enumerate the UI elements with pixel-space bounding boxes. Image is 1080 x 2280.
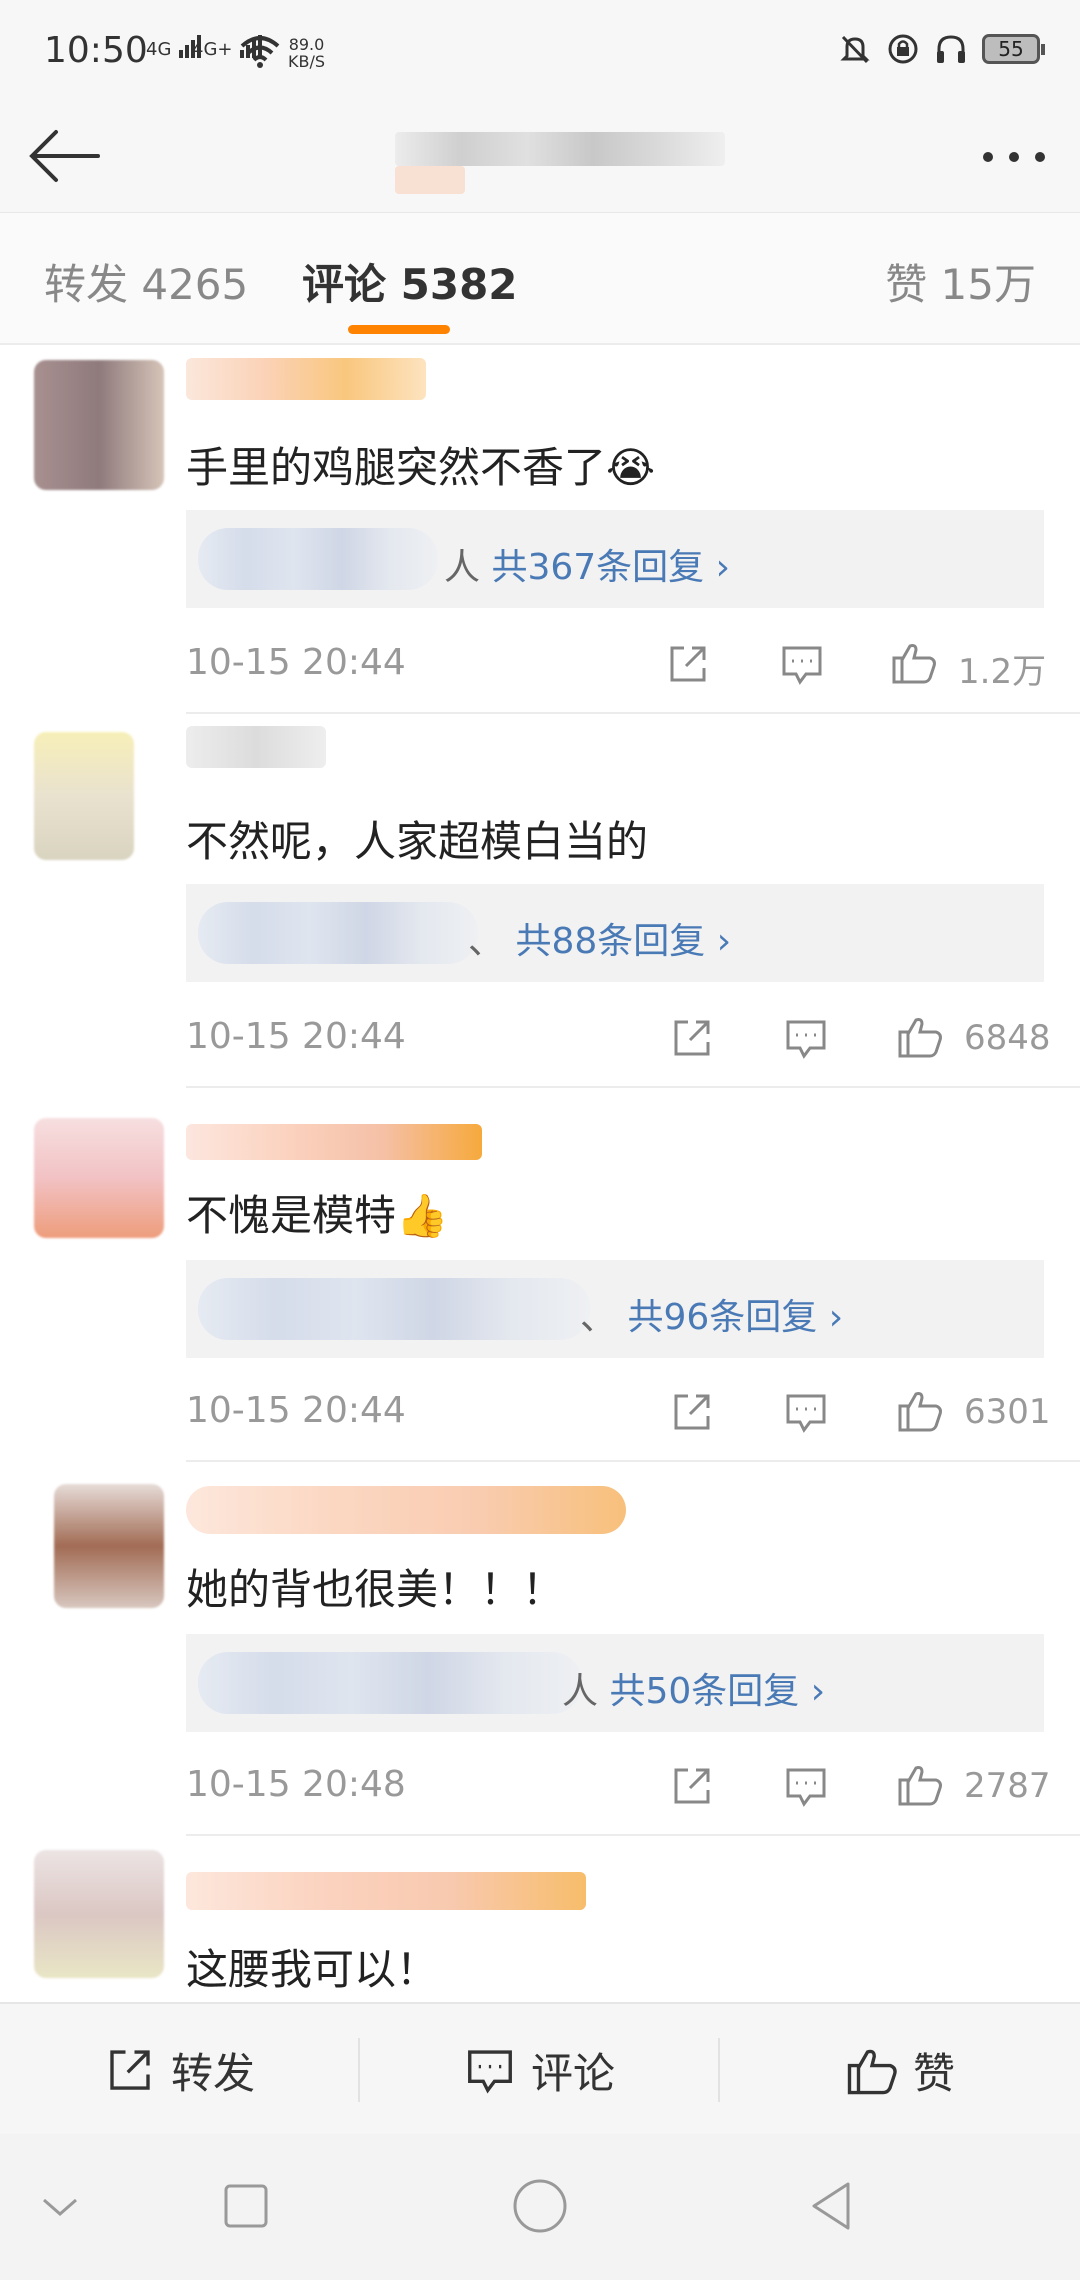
avatar[interactable] (54, 1484, 164, 1608)
home-circle-icon[interactable] (508, 2174, 572, 2238)
share-icon[interactable] (668, 1762, 716, 1810)
comment-text: 不愧是模特👍 (186, 1191, 449, 1240)
status-icons: 55 (838, 32, 1045, 66)
arrow-left-icon[interactable] (26, 116, 106, 196)
like-count: 6848 (964, 1018, 1051, 1058)
lock-rotation-icon (888, 34, 918, 64)
reply-preview[interactable]: 、 共96条回复 › (186, 1260, 1044, 1358)
username-blurred[interactable] (186, 1486, 626, 1534)
reply-preview[interactable]: 人 共367条回复 › (186, 510, 1044, 608)
username-blurred[interactable] (186, 726, 326, 768)
tab-bar: 转发 4265 评论 5382 赞 15万 (0, 212, 1080, 345)
recents-square-icon[interactable] (214, 2174, 278, 2238)
thumbs-up-icon (847, 2049, 897, 2095)
avatar[interactable] (34, 732, 134, 860)
back-triangle-icon[interactable] (800, 2174, 864, 2238)
share-icon[interactable] (668, 1014, 716, 1062)
thumbs-up-icon[interactable] (896, 1012, 944, 1060)
repost-label: 转发 (170, 2048, 255, 2098)
net-speed-value: 89.0 (288, 35, 325, 54)
share-icon[interactable] (664, 640, 712, 688)
reply-names-blurred (198, 1652, 582, 1714)
comment-text: 不然呢，人家超模白当的 (186, 817, 649, 866)
avatar[interactable] (34, 360, 164, 490)
username-blurred[interactable] (186, 1124, 482, 1160)
comment-icon[interactable] (782, 1762, 830, 1810)
tab-repost[interactable]: 转发 4265 (44, 251, 248, 312)
tab-likes[interactable]: 赞 15万 (885, 251, 1036, 312)
comment-icon[interactable] (778, 640, 826, 688)
bell-mute-icon (840, 35, 870, 64)
blurred-title-fragment (395, 166, 465, 194)
comment-time: 10-15 20:44 (186, 1390, 406, 1431)
top-header (0, 100, 1080, 212)
more-dots-icon[interactable] (974, 132, 1054, 182)
reply-separator: 人 (444, 547, 481, 588)
reply-count-link[interactable]: 共367条回复 › (491, 547, 730, 588)
system-nav-bar (0, 2134, 1080, 2280)
avatar[interactable] (34, 1118, 164, 1238)
tab-comments[interactable]: 评论 5382 (302, 251, 518, 312)
like-count: 1.2万 (958, 652, 1047, 692)
net-speed: 89.0 KB/S (288, 36, 325, 70)
wifi-icon (240, 36, 280, 68)
comment-divider (186, 1460, 1080, 1462)
avatar[interactable] (34, 1850, 164, 1978)
share-icon (110, 2050, 150, 2090)
comment-time: 10-15 20:48 (186, 1764, 406, 1805)
comment-divider (186, 1834, 1080, 1836)
thumbs-up-icon[interactable] (890, 638, 938, 686)
reply-preview[interactable]: 、 共88条回复 › (186, 884, 1044, 982)
comment-text: 手里的鸡腿突然不香了😭 (186, 443, 656, 492)
bottom-action-bar: 转发 评论 赞 (0, 2002, 1080, 2136)
battery-icon: 55 (982, 34, 1045, 64)
status-bar: 10:50 4G 4G+ 89.0 KB/S 55 (0, 0, 1080, 100)
comment-button[interactable]: 评论 (360, 2004, 718, 2136)
signal-label-1: 4G (146, 39, 172, 60)
signal-label-2: 4G+ (192, 39, 233, 60)
comment-time: 10-15 20:44 (186, 1016, 406, 1057)
reply-names-blurred (198, 902, 478, 964)
thumbs-up-icon[interactable] (896, 1760, 944, 1808)
comment-icon[interactable] (782, 1014, 830, 1062)
tab-indicator (348, 325, 450, 334)
reply-names-blurred (198, 528, 438, 590)
like-count: 2787 (964, 1766, 1051, 1806)
reply-count-link[interactable]: 共88条回复 › (515, 921, 731, 962)
comment-text: 这腰我可以！ (186, 1945, 439, 1994)
comment-text: 她的背也很美！！！ (186, 1565, 565, 1614)
thumbs-up-icon[interactable] (896, 1386, 944, 1434)
reply-separator: 、 (580, 1297, 617, 1338)
comment-icon (468, 2050, 512, 2094)
chevron-down-icon[interactable] (28, 2174, 92, 2238)
username-blurred[interactable] (186, 1872, 586, 1910)
reply-names-blurred (198, 1278, 590, 1340)
comment-label: 评论 (530, 2048, 615, 2098)
reply-separator: 、 (468, 921, 505, 962)
blurred-title (395, 132, 725, 166)
share-icon[interactable] (668, 1388, 716, 1436)
like-count: 6301 (964, 1392, 1051, 1432)
net-speed-unit: KB/S (288, 52, 326, 71)
comment-icon[interactable] (782, 1388, 830, 1436)
comment-time: 10-15 20:44 (186, 642, 406, 683)
reply-preview[interactable]: 人 共50条回复 › (186, 1634, 1044, 1732)
headphones-icon (937, 35, 965, 63)
status-time: 10:50 (44, 30, 148, 71)
username-blurred[interactable] (186, 358, 426, 400)
repost-button[interactable]: 转发 (0, 2004, 358, 2136)
reply-count-link[interactable]: 共96条回复 › (627, 1297, 843, 1338)
like-label: 赞 (912, 2048, 955, 2098)
like-button[interactable]: 赞 (720, 2004, 1080, 2136)
reply-count-link[interactable]: 共50条回复 › (609, 1671, 825, 1712)
comment-divider (186, 1086, 1080, 1088)
reply-separator: 人 (562, 1671, 599, 1712)
comment-divider (186, 712, 1080, 714)
